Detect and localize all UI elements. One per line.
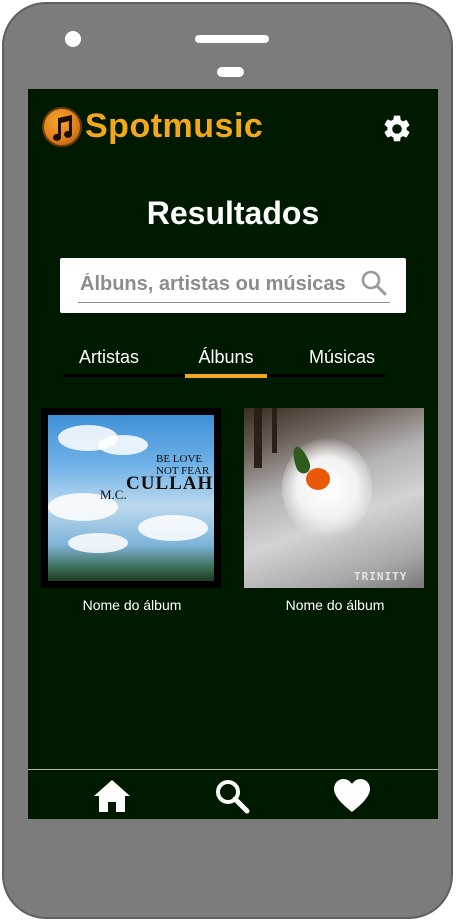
front-camera: [65, 31, 81, 47]
page-title: Resultados: [146, 195, 320, 231]
album-cover[interactable]: TRINITY: [244, 408, 424, 588]
earpiece-speaker: [195, 35, 269, 43]
music-note-icon: [42, 107, 82, 147]
bottom-nav: [28, 769, 438, 819]
search-icon[interactable]: [360, 269, 388, 297]
cover-text-mc: M.C.: [100, 487, 127, 502]
search-underline: [78, 302, 390, 303]
active-tab-indicator: [185, 374, 267, 378]
search-input[interactable]: [78, 267, 362, 301]
album-name[interactable]: Nome do álbum: [41, 597, 223, 613]
album-card[interactable]: TRINITY Nome do álbum: [244, 408, 426, 613]
home-icon[interactable]: [92, 778, 132, 819]
album-name[interactable]: Nome do álbum: [244, 597, 426, 613]
app-screen: Spotmusic Resultados Artistas Álbuns Mús…: [28, 89, 438, 819]
search-box: [60, 258, 406, 313]
tab-musicas[interactable]: Músicas: [298, 344, 386, 374]
album-cover[interactable]: BE LOVE NOT FEAR CULLAH M.C.: [41, 408, 221, 588]
proximity-sensor: [217, 67, 244, 77]
app-brand: Spotmusic: [85, 107, 264, 145]
cover-text-artist: CULLAH: [126, 473, 214, 494]
album-card[interactable]: BE LOVE NOT FEAR CULLAH M.C. Nome do álbu…: [41, 408, 223, 613]
phone-frame: Spotmusic Resultados Artistas Álbuns Mús…: [2, 2, 453, 919]
results-tabs: Artistas Álbuns Músicas: [64, 344, 386, 380]
search-icon[interactable]: [214, 778, 250, 819]
heart-icon[interactable]: [332, 778, 372, 819]
tab-artistas[interactable]: Artistas: [64, 344, 154, 374]
cover-text-trinity: TRINITY: [354, 570, 408, 583]
tab-albuns[interactable]: Álbuns: [185, 344, 267, 374]
gear-icon[interactable]: [381, 113, 413, 145]
